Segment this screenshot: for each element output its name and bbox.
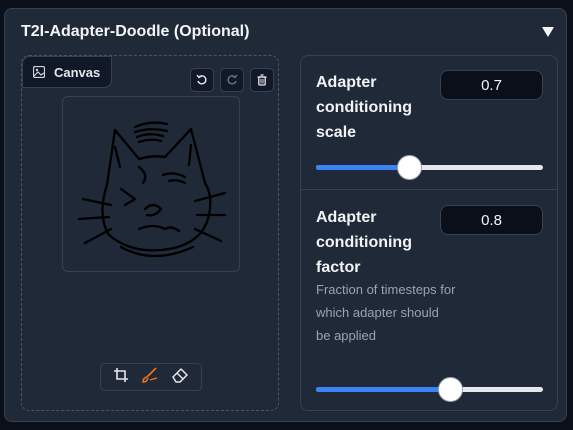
drawing-canvas[interactable]	[62, 96, 240, 272]
eraser-icon	[172, 367, 188, 383]
triangle-down-icon[interactable]	[541, 25, 555, 39]
scale-slider-label: Adapter conditioning scale	[316, 74, 412, 141]
cat-doodle-drawing	[77, 121, 227, 258]
sliders-block: Adapter conditioning scale 0.7 Adapter c…	[300, 55, 558, 411]
factor-slider-info: Fraction of timesteps for which adapter …	[316, 282, 456, 343]
factor-slider-fill	[316, 387, 450, 392]
crop-button[interactable]	[113, 367, 129, 388]
factor-slider-label: Adapter conditioning factor	[316, 209, 412, 276]
scale-number-input[interactable]: 0.7	[440, 70, 543, 100]
image-icon	[33, 66, 45, 78]
scale-slider-thumb[interactable]	[397, 155, 423, 180]
factor-slider-section: Adapter conditioning factor 0.8 Fraction…	[301, 191, 557, 410]
canvas-tools	[100, 363, 202, 391]
scale-slider-fill	[316, 165, 410, 170]
undo-icon	[196, 74, 207, 85]
redo-button[interactable]	[220, 68, 244, 92]
factor-slider-track[interactable]	[316, 377, 543, 402]
canvas-tab-label: Canvas	[54, 64, 101, 80]
adapter-panel: T2I-Adapter-Doodle (Optional) Canvas Ada…	[4, 8, 567, 422]
redo-icon	[227, 74, 238, 85]
scale-slider-track[interactable]	[316, 155, 543, 180]
trash-icon	[257, 74, 267, 86]
undo-button[interactable]	[190, 68, 214, 92]
clear-button[interactable]	[250, 68, 274, 92]
panel-title[interactable]: T2I-Adapter-Doodle (Optional)	[21, 23, 249, 41]
canvas-tab: Canvas	[22, 56, 112, 88]
factor-slider-thumb[interactable]	[437, 377, 463, 402]
crop-icon	[114, 367, 128, 382]
scale-slider-section: Adapter conditioning scale 0.7	[301, 56, 557, 190]
canvas-block: Canvas	[21, 55, 279, 411]
brush-button[interactable]	[141, 366, 159, 389]
eraser-button[interactable]	[171, 366, 189, 389]
brush-icon	[142, 366, 158, 383]
factor-number-input[interactable]: 0.8	[440, 205, 543, 235]
